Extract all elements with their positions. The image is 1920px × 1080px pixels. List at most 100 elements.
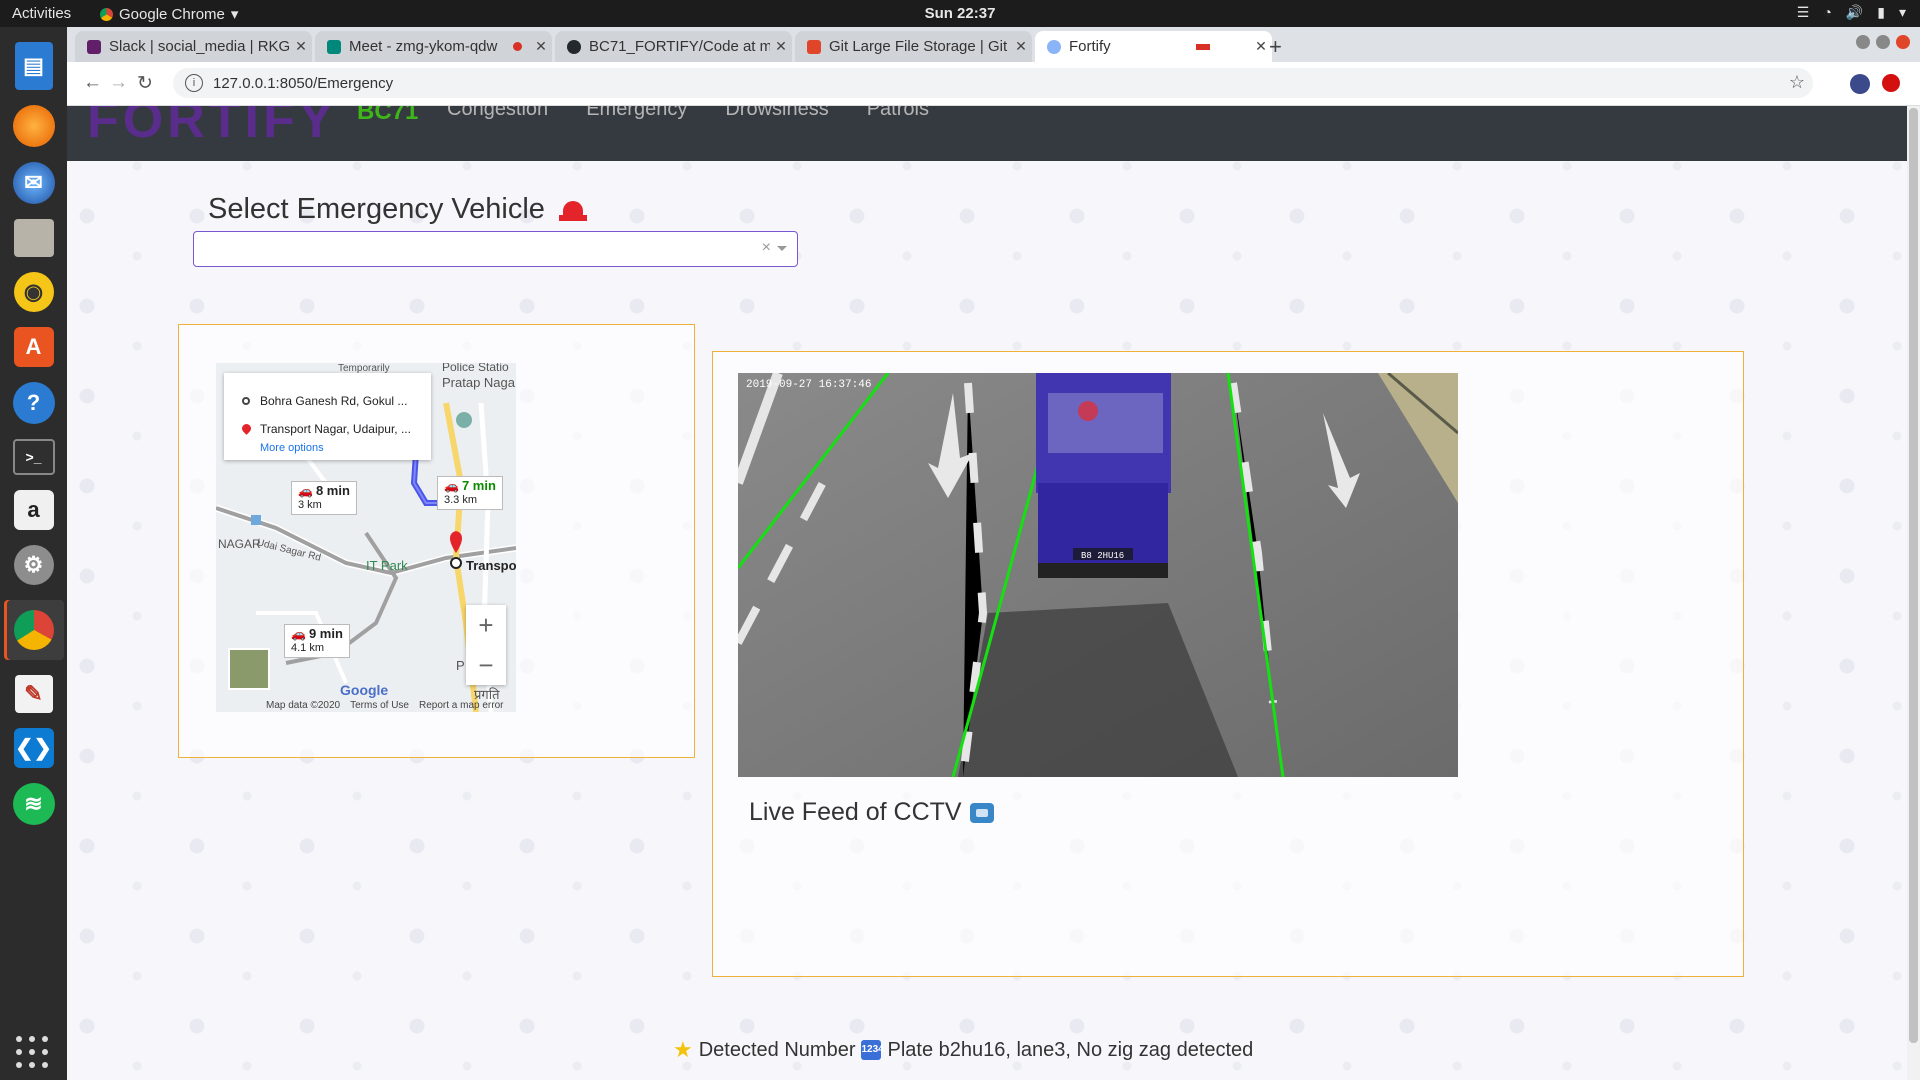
close-window-button[interactable] [1896, 35, 1910, 49]
reload-icon[interactable]: ↻ [137, 72, 153, 95]
activities-button[interactable]: Activities [12, 5, 71, 22]
nav-link-drowsiness[interactable]: Drowsiness [725, 106, 828, 121]
brand-logo[interactable]: FORTIFY [87, 106, 337, 150]
url-text[interactable]: 127.0.0.1:8050/Emergency [213, 75, 393, 92]
terms-link[interactable]: Terms of Use [350, 700, 409, 711]
close-icon[interactable]: ✕ [770, 38, 792, 55]
show-applications-icon[interactable] [16, 1036, 50, 1070]
new-tab-button[interactable]: + [1269, 34, 1282, 60]
battery-icon[interactable]: ▮ [1877, 4, 1885, 21]
star-icon: ★ [673, 1037, 693, 1062]
route-option[interactable]: 🚗 9 min 4.1 km [284, 624, 350, 658]
tab-git-lfs[interactable]: Git Large File Storage | Git ✕ [795, 31, 1032, 62]
route-option-fastest[interactable]: 🚗 7 min 3.3 km [437, 476, 503, 510]
google-map[interactable]: Temporarily Police Statio Pratap Naga NA… [216, 363, 516, 712]
terminal-icon[interactable]: >_ [12, 439, 55, 475]
close-icon[interactable]: ✕ [530, 38, 552, 55]
extension-icon[interactable] [1882, 74, 1900, 92]
software-center-icon[interactable]: A [13, 327, 54, 367]
firefox-icon[interactable] [12, 105, 55, 147]
nav-link-congestion[interactable]: Congestion [447, 106, 548, 121]
detection-result: ★ Detected Number 1234 Plate b2hu16, lan… [673, 1037, 1253, 1063]
car-icon: 🚗 [298, 484, 313, 498]
clock[interactable]: Sun 22:37 [925, 5, 996, 22]
cctv-timestamp: 2019-09-27 16:37:46 [746, 379, 872, 391]
app-navbar: FORTIFY BC71 Congestion Emergency Drowsi… [67, 106, 1907, 161]
maximize-button[interactable] [1876, 35, 1890, 49]
tab-fortify[interactable]: Fortify ✕ [1035, 31, 1272, 62]
slack-icon [87, 39, 101, 54]
chrome-window: Slack | social_media | RKGI ✕ Meet - zmg… [67, 27, 1920, 1080]
files-icon[interactable] [13, 219, 54, 257]
more-options-link[interactable]: More options [260, 442, 324, 454]
settings-icon[interactable]: ⚙ [13, 545, 54, 585]
system-tray[interactable]: ☰ ◔ 🔊 ▮ ▾ [1797, 4, 1906, 21]
help-icon[interactable]: ? [12, 382, 55, 424]
cctv-frame [738, 373, 1458, 777]
nav-link-patrols[interactable]: Patrols [867, 106, 929, 121]
map-card: Temporarily Police Statio Pratap Naga NA… [178, 324, 695, 758]
map-label: Transpo [466, 558, 516, 573]
forward-icon[interactable]: → [109, 72, 128, 94]
emergency-vehicle-dropdown[interactable]: × [193, 231, 798, 267]
chrome-icon[interactable] [3, 600, 64, 660]
map-label: Police Statio [442, 363, 509, 374]
rhythmbox-icon[interactable]: ◉ [13, 272, 54, 312]
zoom-control: + − [466, 605, 506, 685]
tab-title: BC71_FORTIFY/Code at m [589, 38, 770, 55]
close-icon[interactable]: ✕ [290, 38, 312, 55]
origin-icon [242, 397, 250, 405]
fortify-favicon [1047, 39, 1061, 54]
chevron-down-icon[interactable] [777, 246, 787, 251]
recording-icon [513, 42, 522, 51]
app-menu[interactable]: Google Chrome ▾ [100, 5, 238, 23]
zoom-out-button[interactable]: − [466, 645, 506, 685]
github-icon [567, 39, 581, 54]
tab-meet[interactable]: Meet - zmg-ykom-qdw ✕ [315, 31, 552, 62]
directions-panel[interactable]: Bohra Ganesh Rd, Gokul ... Transport Nag… [224, 373, 431, 460]
brand-team: BC71 [357, 106, 419, 125]
spotify-icon[interactable]: ≋ [12, 783, 55, 825]
tab-title: Meet - zmg-ykom-qdw [349, 38, 498, 55]
page-scrollbar[interactable] [1907, 106, 1920, 1080]
wifi-icon[interactable]: ◔ [1823, 4, 1831, 21]
google-logo: Google [340, 682, 389, 698]
tab-github[interactable]: BC71_FORTIFY/Code at m ✕ [555, 31, 792, 62]
origin-text: Bohra Ganesh Rd, Gokul ... [260, 394, 408, 408]
ambulance-icon [1196, 43, 1210, 50]
profile-avatar[interactable] [1850, 74, 1870, 94]
satellite-toggle[interactable] [228, 648, 270, 690]
info-icon[interactable]: i [185, 74, 203, 92]
menu-icon[interactable]: ☰ [1797, 4, 1810, 21]
bookmark-star-icon[interactable]: ☆ [1789, 72, 1805, 93]
tab-slack[interactable]: Slack | social_media | RKGI ✕ [75, 31, 312, 62]
siren-icon [558, 199, 587, 221]
vscode-icon[interactable]: ❮❯ [13, 728, 54, 768]
route-option[interactable]: 🚗 8 min 3 km [291, 481, 357, 515]
libreoffice-writer-icon[interactable]: ▤ [14, 42, 53, 90]
volume-icon[interactable]: 🔊 [1846, 4, 1863, 21]
scrollbar-thumb[interactable] [1909, 108, 1918, 1043]
minimize-button[interactable] [1856, 35, 1870, 49]
numbers-icon: 1234 [861, 1040, 884, 1060]
destination-text: Transport Nagar, Udaipur, ... [260, 422, 411, 436]
detection-label: Detected Number [698, 1038, 856, 1061]
power-menu-icon[interactable]: ▾ [1899, 4, 1906, 21]
zoom-in-button[interactable]: + [466, 605, 506, 645]
text-editor-icon[interactable]: ✎ [14, 675, 53, 713]
clear-icon[interactable]: × [762, 239, 771, 257]
address-bar[interactable]: i 127.0.0.1:8050/Emergency ☆ [173, 68, 1813, 98]
nav-links: Congestion Emergency Drowsiness Patrols [447, 106, 929, 121]
report-error-link[interactable]: Report a map error [419, 700, 503, 711]
tab-title: Git Large File Storage | Git [829, 38, 1008, 55]
close-icon[interactable]: ✕ [1010, 38, 1032, 55]
tab-strip: Slack | social_media | RKGI ✕ Meet - zmg… [67, 27, 1920, 62]
amazon-icon[interactable]: a [13, 490, 54, 530]
cctv-caption-text: Live Feed of CCTV [749, 798, 962, 826]
back-icon[interactable]: ← [83, 72, 102, 94]
nav-link-emergency[interactable]: Emergency [586, 106, 687, 121]
map-label: Pratap Naga [442, 375, 515, 390]
car-icon: 🚗 [444, 479, 459, 493]
thunderbird-icon[interactable]: ✉ [12, 162, 55, 204]
destination-pin-icon [240, 422, 253, 435]
